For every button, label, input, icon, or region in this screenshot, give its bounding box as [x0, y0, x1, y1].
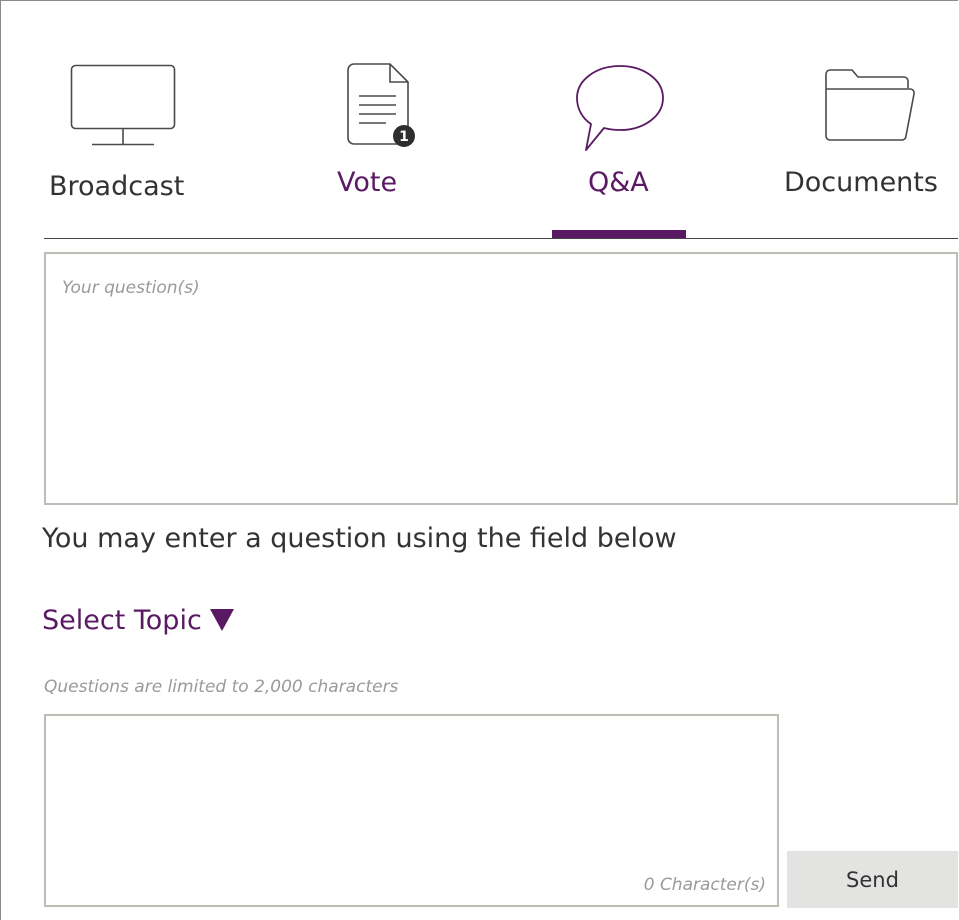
- tab-documents-label: Documents: [784, 167, 938, 198]
- folder-icon: [824, 68, 916, 146]
- tab-qa-label: Q&A: [588, 167, 649, 198]
- caret-down-icon: [209, 609, 234, 631]
- vote-badge: 1: [399, 129, 409, 145]
- monitor-icon: [70, 64, 176, 152]
- instructions-text: You may enter a question using the field…: [42, 523, 677, 554]
- tab-qa[interactable]: Q&A: [552, 0, 686, 238]
- select-topic-label: Select Topic: [42, 605, 202, 636]
- select-topic-dropdown[interactable]: Select Topic: [42, 603, 234, 639]
- tab-documents[interactable]: Documents: [776, 0, 958, 238]
- question-input[interactable]: 0 Character(s): [44, 714, 779, 907]
- tab-broadcast-label: Broadcast: [49, 171, 185, 202]
- document-icon: 1: [346, 62, 418, 154]
- character-limit-note: Questions are limited to 2,000 character…: [44, 677, 399, 697]
- tabs-divider: [44, 238, 958, 239]
- questions-placeholder: Your question(s): [62, 278, 200, 298]
- speech-bubble-icon: [574, 64, 666, 160]
- active-tab-indicator: [552, 230, 686, 238]
- questions-list-box[interactable]: Your question(s): [44, 252, 958, 505]
- tab-broadcast[interactable]: Broadcast: [40, 0, 210, 238]
- character-counter: 0 Character(s): [643, 875, 766, 895]
- send-button[interactable]: Send: [787, 851, 958, 908]
- tab-vote-label: Vote: [337, 167, 398, 198]
- tab-bar: Broadcast 1 Vote Q&A Documents: [0, 0, 958, 240]
- tab-vote[interactable]: 1 Vote: [320, 0, 430, 238]
